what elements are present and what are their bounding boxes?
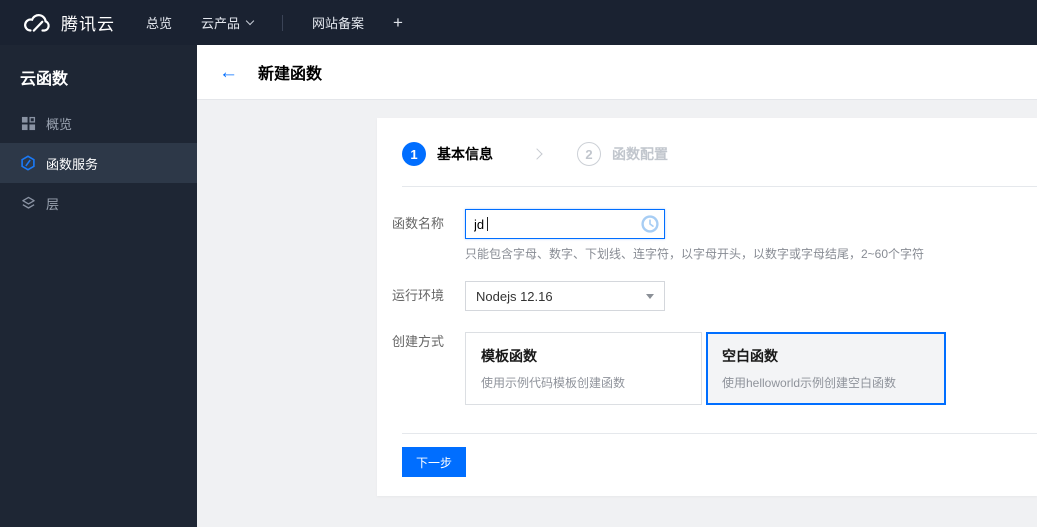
chevron-right-icon [531, 148, 543, 160]
function-name-label: 函数名称 [392, 216, 445, 231]
main-area: ← 新建函数 1 基本信息 2 函数配置 函数名称 jd 只能包含字母、数字、下… [197, 45, 1037, 527]
text-caret [487, 217, 488, 231]
select-caret-icon [646, 294, 654, 299]
runtime-label: 运行环境 [392, 288, 445, 303]
option-title: 模板函数 [481, 348, 537, 364]
option-title: 空白函数 [722, 348, 778, 364]
creation-method-row: 创建方式 模板函数 使用示例代码模板创建函数 空白函数 使用helloworld… [392, 332, 1012, 405]
sidebar-title: 云函数 [20, 71, 69, 88]
chevron-down-icon [245, 16, 255, 26]
function-name-input-wrap [465, 209, 665, 239]
add-tab-button[interactable]: + [393, 13, 403, 33]
function-name-hint: 只能包含字母、数字、下划线、连字符，以字母开头，以数字或字母结尾，2~60个字符 [465, 247, 925, 261]
runtime-select-value: Nodejs 12.16 [476, 288, 553, 304]
footer-divider [402, 433, 1037, 434]
option-blank-function[interactable]: 空白函数 使用helloworld示例创建空白函数 [706, 332, 946, 405]
step-1-badge: 1 [402, 142, 426, 166]
loading-clock-icon [641, 215, 659, 233]
navbar-divider [282, 14, 284, 31]
option-description: 使用helloworld示例创建空白函数 [722, 376, 897, 390]
layers-icon [20, 195, 36, 211]
function-name-field-group: 只能包含字母、数字、下划线、连字符，以字母开头，以数字或字母结尾，2~60个字符 [465, 209, 924, 262]
page-content: 1 基本信息 2 函数配置 函数名称 jd 只能包含字母、数字、下划线、连字符，… [197, 100, 1037, 527]
sidebar-item-label: 概览 [46, 116, 73, 132]
section-divider [402, 186, 1037, 187]
page-header: ← 新建函数 [197, 45, 1037, 100]
back-arrow-icon: ← [219, 61, 238, 83]
nav-item-cloud-products-label: 云产品 [201, 16, 241, 31]
sidebar-item-label: 函数服务 [46, 156, 99, 172]
next-step-button[interactable]: 下一步 [402, 447, 467, 477]
option-description: 使用示例代码模板创建函数 [481, 376, 626, 390]
step-1-label: 基本信息 [437, 146, 493, 162]
sidebar-item-function-service[interactable]: 函数服务 [0, 143, 197, 183]
nav-item-cloud-products[interactable]: 云产品 [201, 13, 255, 32]
creation-method-label: 创建方式 [392, 334, 445, 349]
nav-item-overview[interactable]: 总览 [146, 13, 172, 32]
function-service-icon [20, 155, 36, 171]
brand-home-link[interactable]: 腾讯云 [22, 10, 115, 35]
function-name-input[interactable] [465, 209, 665, 239]
nav-item-website-registration-label: 网站备案 [312, 16, 365, 31]
nav-item-overview-label: 总览 [146, 16, 173, 31]
grid-icon [20, 115, 36, 131]
sidebar-item-layers[interactable]: 层 [0, 183, 197, 223]
creation-method-options: 模板函数 使用示例代码模板创建函数 空白函数 使用helloworld示例创建空… [465, 332, 946, 405]
runtime-row: 运行环境 Nodejs 12.16 [392, 281, 1012, 311]
nav-item-website-registration[interactable]: 网站备案 [312, 13, 364, 32]
page-title: 新建函数 [258, 66, 323, 83]
navbar-links: 总览 云产品 网站备案 + [146, 13, 403, 33]
sidebar-item-label: 层 [46, 196, 60, 212]
top-navbar: 腾讯云 总览 云产品 网站备案 + [0, 0, 1037, 45]
step-2-label: 函数配置 [612, 146, 668, 162]
step-2-badge: 2 [577, 142, 601, 166]
tencent-cloud-logo-icon [22, 12, 52, 34]
runtime-select[interactable]: Nodejs 12.16 [465, 281, 665, 311]
brand-name: 腾讯云 [61, 15, 115, 34]
option-template-function[interactable]: 模板函数 使用示例代码模板创建函数 [465, 332, 702, 405]
sidebar-menu: 概览 函数服务 层 [0, 103, 197, 223]
function-name-row: 函数名称 只能包含字母、数字、下划线、 [392, 209, 1012, 262]
create-function-card: 1 基本信息 2 函数配置 函数名称 jd 只能包含字母、数字、下划线、连字符，… [377, 118, 1037, 496]
sidebar: 云函数 概览 函数服务 层 [0, 45, 197, 527]
back-button[interactable]: ← [219, 63, 238, 82]
sidebar-item-overview[interactable]: 概览 [0, 103, 197, 143]
step-indicator: 1 基本信息 2 函数配置 [402, 142, 1012, 166]
